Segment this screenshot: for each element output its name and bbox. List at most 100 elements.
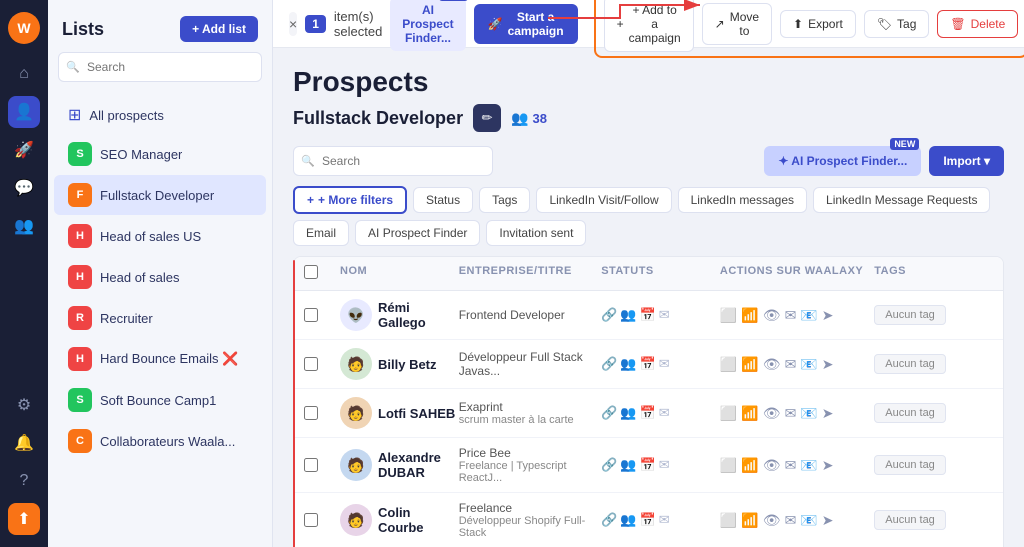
row-checkbox-2[interactable] — [304, 357, 318, 371]
lists-search-input[interactable] — [58, 52, 262, 82]
export-button[interactable]: ⬆ Export — [780, 10, 856, 38]
move-to-label: Move to — [730, 10, 759, 38]
email-icon-2[interactable]: ✉ — [659, 356, 670, 372]
action-icons-1: ⬜ 📶 👁 ✉ 📧 ➤ — [720, 307, 874, 324]
action-icon-1-1[interactable]: ⬜ — [720, 307, 737, 324]
delete-label: Delete — [971, 17, 1006, 31]
lists-title: Lists — [62, 19, 104, 40]
action-icon-2-4[interactable]: ✉ — [785, 356, 797, 373]
calendar-icon-2[interactable]: 📅 — [640, 356, 656, 372]
export-label: Export — [808, 17, 843, 31]
export-icon: ⬆ — [793, 17, 803, 31]
more-filters-label: + More filters — [318, 193, 393, 207]
calendar-icon-1[interactable]: 📅 — [640, 307, 656, 323]
filter-tab-linkedin-requests[interactable]: LinkedIn Message Requests — [813, 187, 990, 213]
list-subheader-name: Fullstack Developer — [293, 108, 463, 129]
list-item-recruiter[interactable]: R Recruiter — [54, 298, 266, 338]
list-item-recruiter-icon: R — [68, 306, 92, 330]
action-icon-2-5[interactable]: 📧 — [800, 356, 817, 373]
filter-tab-invitation[interactable]: Invitation sent — [486, 220, 586, 246]
filters-search-input[interactable] — [293, 146, 493, 176]
list-item-head-sales[interactable]: H Head of sales — [54, 257, 266, 297]
list-item-fullstack-icon: F — [68, 183, 92, 207]
title-2: Développeur Full Stack Javas... — [459, 350, 601, 378]
action-icon-2-6[interactable]: ➤ — [822, 356, 834, 373]
filter-tab-linkedin-visit[interactable]: LinkedIn Visit/Follow — [536, 187, 671, 213]
expand-nav-icon[interactable]: ⬆ — [8, 503, 40, 535]
more-filters-button[interactable]: + + More filters — [293, 186, 407, 214]
tag-label: Tag — [897, 17, 916, 31]
action-icon-1-4[interactable]: ✉ — [785, 307, 797, 324]
import-button[interactable]: Import ▾ — [929, 146, 1004, 176]
people-nav-icon[interactable]: 👥 — [8, 210, 40, 242]
action-icon-2-3[interactable]: 👁 — [763, 356, 781, 373]
title-1: Frontend Developer — [459, 308, 565, 322]
tag-button[interactable]: 🏷 Tag — [864, 10, 930, 38]
title-4: Price Bee Freelance | Typescript ReactJ.… — [459, 446, 601, 484]
add-list-button[interactable]: + Add list — [180, 16, 258, 42]
row-checkbox-3[interactable] — [304, 406, 318, 420]
lists-list: ⊞ All prospects S SEO Manager F Fullstac… — [48, 92, 272, 547]
help-nav-icon[interactable]: ? — [8, 465, 40, 497]
main-area: × 1 item(s) selected AI Prospect Finder.… — [273, 0, 1024, 547]
message-nav-icon[interactable]: 💬 — [8, 172, 40, 204]
edit-list-button[interactable]: ✏ — [473, 104, 501, 132]
list-item-head-sales-us-icon: H — [68, 224, 92, 248]
row-checkbox-1[interactable] — [304, 308, 318, 322]
selected-count-badge: 1 — [305, 15, 326, 33]
link-icon-2[interactable]: 🔗 — [601, 356, 617, 372]
home-nav-icon[interactable]: ⌂ — [8, 58, 40, 90]
rocket-nav-icon[interactable]: 🚀 — [8, 134, 40, 166]
add-to-campaign-button[interactable]: + + Add to a campaign — [604, 0, 694, 52]
list-item-hard-bounce[interactable]: H Hard Bounce Emails ❌ — [54, 339, 266, 379]
close-selection-button[interactable]: × — [289, 12, 297, 36]
all-prospects-item[interactable]: ⊞ All prospects — [54, 97, 266, 133]
list-item-collaborateurs-label: Collaborateurs Waala... — [100, 434, 235, 449]
filter-tab-tags[interactable]: Tags — [479, 187, 530, 213]
group-icon-2[interactable]: 👥 — [620, 356, 636, 372]
topbar-ai-finder-label: AI Prospect Finder... — [402, 3, 453, 45]
status-icons-3: 🔗 👥 📅 ✉ — [601, 405, 720, 421]
filter-tab-email[interactable]: Email — [293, 220, 349, 246]
filter-tab-status[interactable]: Status — [413, 187, 473, 213]
topbar-campaign-button[interactable]: 🚀 Start a campaign — [474, 4, 578, 44]
list-item-seo[interactable]: S SEO Manager — [54, 134, 266, 174]
add-campaign-icon: + — [617, 17, 624, 31]
group-icon-1[interactable]: 👥 — [620, 307, 636, 323]
topbar-ai-finder-button[interactable]: AI Prospect Finder... NEW — [390, 0, 465, 51]
list-item-head-sales-us-label: Head of sales US — [100, 229, 201, 244]
list-item-head-sales-us[interactable]: H Head of sales US — [54, 216, 266, 256]
select-all-checkbox[interactable] — [304, 265, 318, 279]
row-checkbox-4[interactable] — [304, 458, 318, 472]
avatar-4: 🧑 — [340, 449, 372, 481]
delete-button[interactable]: 🗑 Delete — [937, 10, 1018, 38]
th-nom: NOM — [340, 265, 459, 282]
list-item-soft-bounce[interactable]: S Soft Bounce Camp1 — [54, 380, 266, 420]
delete-icon: 🗑 — [950, 17, 965, 31]
action-icons-5: ⬜ 📶 👁 ✉ 📧 ➤ — [720, 512, 874, 529]
action-icon-1-2[interactable]: 📶 — [741, 307, 758, 324]
filter-tab-linkedin-messages[interactable]: LinkedIn messages — [678, 187, 807, 213]
bell-nav-icon[interactable]: 🔔 — [8, 427, 40, 459]
th-actions: ACTIONS SUR WAALAXY — [720, 265, 874, 282]
action-icon-1-3[interactable]: 👁 — [763, 307, 781, 324]
filter-tab-ai-prospect[interactable]: AI Prospect Finder — [355, 220, 480, 246]
list-item-collaborateurs[interactable]: C Collaborateurs Waala... — [54, 421, 266, 461]
action-icon-1-5[interactable]: 📧 — [800, 307, 817, 324]
person-name-1: Rémi Gallego — [378, 300, 459, 330]
all-prospects-label: All prospects — [89, 108, 163, 123]
settings-nav-icon[interactable]: ⚙ — [8, 389, 40, 421]
action-icon-1-6[interactable]: ➤ — [822, 307, 834, 324]
more-filters-plus-icon: + — [307, 193, 314, 207]
list-item-fullstack[interactable]: F Fullstack Developer — [54, 175, 266, 215]
person-name-2: Billy Betz — [378, 357, 437, 372]
email-icon-1[interactable]: ✉ — [659, 307, 670, 323]
action-icon-2-2[interactable]: 📶 — [741, 356, 758, 373]
ai-finder-button[interactable]: ✦ AI Prospect Finder... NEW — [764, 146, 921, 176]
row-checkbox-5[interactable] — [304, 513, 318, 527]
users-nav-icon[interactable]: 👤 — [8, 96, 40, 128]
prospects-table: NOM ENTREPRISE/TITRE STATUTS ACTIONS SUR… — [293, 256, 1004, 547]
action-icon-2-1[interactable]: ⬜ — [720, 356, 737, 373]
link-icon-1[interactable]: 🔗 — [601, 307, 617, 323]
move-to-button[interactable]: ↗ Move to — [702, 3, 772, 45]
